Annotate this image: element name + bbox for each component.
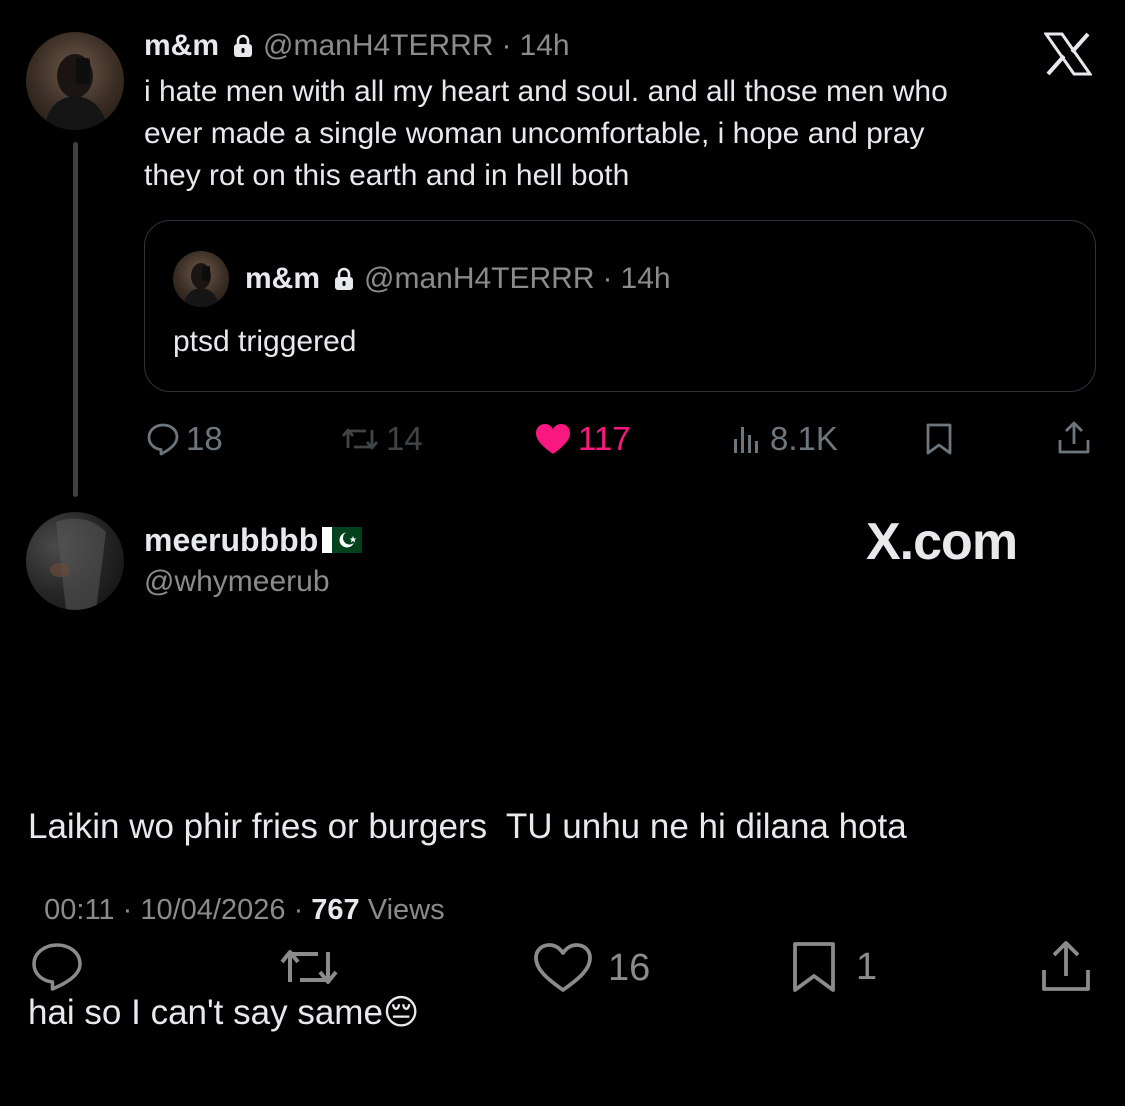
reply-text-fragment: hai so I can't say same: [28, 993, 383, 1032]
reply-icon: [146, 422, 180, 456]
bar-chart-icon: [732, 423, 764, 455]
bookmark-icon[interactable]: [924, 422, 954, 456]
timestamp[interactable]: 14h: [520, 29, 570, 63]
display-name[interactable]: meerubbbb: [144, 522, 318, 559]
thread-line: [73, 142, 78, 497]
tweet-text-line: i hate men with all my heart and soul. a…: [144, 75, 948, 108]
views-count: 8.1K: [770, 420, 838, 457]
separator: [360, 894, 368, 926]
handle[interactable]: @manH4TERRR: [263, 29, 494, 63]
timestamp[interactable]: 00:11: [44, 894, 114, 926]
watermark: X.com: [866, 513, 1018, 571]
pakistan-flag-icon: [322, 527, 363, 553]
bookmark-icon: [790, 940, 838, 994]
reply-icon: [30, 942, 84, 992]
repost-button[interactable]: 14: [340, 418, 423, 460]
reply-text-line: Laikin wo phir fries or burgers TU unhu …: [28, 807, 907, 846]
bookmark-count: 1: [856, 945, 878, 988]
views-button[interactable]: 8.1K: [732, 418, 838, 460]
reply-button[interactable]: 18: [146, 418, 223, 460]
lock-icon: [334, 267, 354, 291]
like-count: 16: [608, 946, 651, 989]
repost-icon: [276, 944, 342, 990]
separator: [286, 894, 294, 926]
like-button[interactable]: 117: [534, 418, 631, 460]
tweet-text: i hate men with all my heart and soul. a…: [144, 71, 948, 197]
like-count: 117: [578, 420, 631, 457]
like-button[interactable]: 16: [532, 942, 650, 994]
repost-count: 14: [386, 420, 423, 457]
share-icon[interactable]: [1040, 938, 1092, 994]
separator: ·: [122, 894, 133, 926]
quoted-text: ptsd triggered: [173, 325, 357, 358]
handle[interactable]: @whymeerub: [144, 565, 330, 599]
quoted-header: m&m @manH4TERRR · 14h: [245, 261, 671, 297]
lock-icon: [233, 34, 253, 58]
display-name[interactable]: m&m: [144, 29, 219, 63]
reply-count: 18: [186, 420, 223, 457]
tweet-text-line: ever made a single woman uncomfortable, …: [144, 117, 925, 150]
views-count: 767: [311, 894, 360, 926]
tweet-text-line: they rot on this earth and in hell both: [144, 159, 630, 192]
repost-icon: [340, 424, 380, 454]
avatar[interactable]: [26, 512, 124, 610]
separator: ·: [293, 894, 304, 926]
reply-text-line: hai so I can't say same😔: [28, 982, 907, 1044]
separator: ·: [602, 262, 613, 295]
heart-icon: [532, 942, 594, 994]
avatar: [173, 251, 229, 307]
display-name: m&m: [245, 262, 321, 295]
reply-author: meerubbbb: [144, 520, 363, 560]
views-label: Views: [367, 894, 445, 926]
tweet-header: m&m @manH4TERRR · 14h: [144, 28, 570, 64]
timestamp: 14h: [620, 262, 671, 295]
quoted-tweet-card[interactable]: m&m @manH4TERRR · 14h ptsd triggered: [144, 220, 1096, 392]
date[interactable]: 10/04/2026: [140, 894, 285, 926]
pensive-emoji-icon: 😔: [382, 993, 420, 1032]
bookmark-button[interactable]: 1: [790, 940, 877, 994]
separator: ·: [501, 29, 512, 62]
handle: @manH4TERRR: [364, 262, 595, 295]
avatar[interactable]: [26, 32, 124, 130]
repost-button[interactable]: [276, 944, 342, 990]
share-icon[interactable]: [1057, 420, 1091, 456]
heart-filled-icon: [534, 422, 572, 456]
reply-button[interactable]: [30, 942, 84, 992]
tweet-meta: 00:11 · 10/04/2026 · 767 Views: [28, 861, 445, 927]
separator: [115, 894, 123, 926]
x-logo-icon: [1044, 32, 1092, 76]
